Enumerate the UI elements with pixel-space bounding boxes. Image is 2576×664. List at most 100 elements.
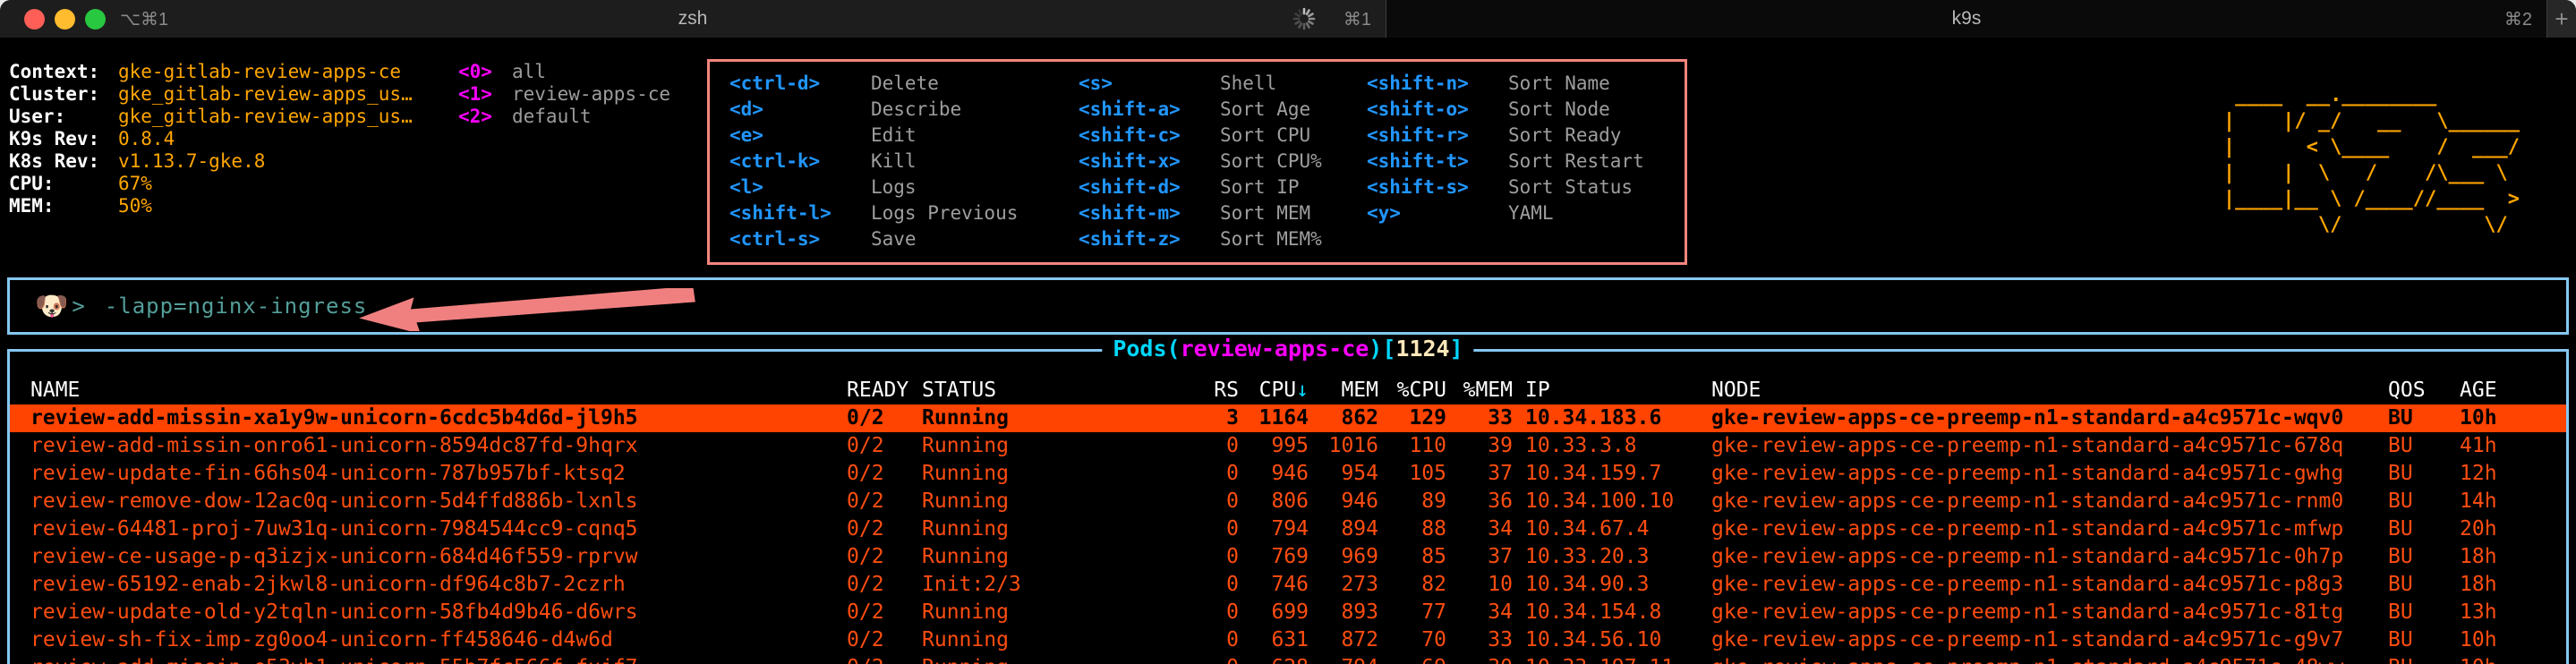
column-header[interactable]: IP (1513, 377, 1711, 404)
pod-cell: 872 (1309, 626, 1378, 654)
pod-cell: 30 (1446, 654, 1513, 664)
tab-k9s[interactable]: k9s ⌘2 (1386, 0, 2546, 38)
keybinding-action: Logs Previous (871, 200, 1018, 226)
pod-cell: 85 (1378, 543, 1446, 571)
info-value: gke_gitlab-review-apps_us… (118, 83, 458, 106)
keybinding-action: Sort Ready (1508, 123, 1621, 149)
pod-cell: BU (2388, 571, 2460, 599)
pod-row[interactable]: review-sh-fix-imp-zg0oo4-unicorn-ff45864… (10, 626, 2566, 654)
pod-cell: 37 (1446, 543, 1513, 571)
pod-row[interactable]: review-add-missin-onro61-unicorn-8594dc8… (10, 432, 2566, 460)
keybinding-key: <s> (1079, 71, 1220, 97)
pod-count: 1124 (1395, 336, 1449, 362)
pod-cell: 0/2 (847, 654, 922, 664)
namespace-name: all (512, 61, 546, 83)
pod-row[interactable]: review-remove-dow-12ac0q-unicorn-5d4ffd8… (10, 488, 2566, 515)
keybinding-action: Save (871, 226, 917, 252)
keybinding-row: <shift-r>Sort Ready (1367, 123, 1685, 149)
pod-cell: 0 (1199, 432, 1239, 460)
keybinding-action: Sort IP (1220, 175, 1300, 200)
keybinding-row: <shift-n>Sort Name (1367, 71, 1685, 97)
new-tab-button[interactable]: + (2546, 0, 2576, 38)
pod-cell: 0/2 (847, 432, 922, 460)
pod-cell: 70 (1378, 626, 1446, 654)
k9s-ascii-logo: ____ __.________ | |/ _/ __ \______ | < … (2223, 82, 2520, 238)
namespace-hotkey[interactable]: <0> (458, 61, 512, 83)
pod-cell: BU (2388, 460, 2460, 488)
info-label: Context: (9, 61, 118, 83)
pod-cell: gke-review-apps-ce-preemp-n1-standard-a4… (1711, 626, 2388, 654)
pod-row[interactable]: review-ce-usage-p-q3izjx-unicorn-684d46f… (10, 543, 2566, 571)
pod-cell: BU (2388, 654, 2460, 664)
namespace-hotkey[interactable]: <1> (458, 83, 512, 106)
keybinding-row: <shift-x>Sort CPU% (1079, 149, 1367, 175)
cluster-info-row: User:gke_gitlab-review-apps_us…<2>defaul… (9, 106, 670, 128)
pod-cell: 0/2 (847, 543, 922, 571)
pod-cell: 969 (1309, 543, 1378, 571)
namespace-hotkey[interactable]: <2> (458, 106, 512, 128)
pod-cell: 18h (2460, 543, 2562, 571)
keybinding-key: <shift-d> (1079, 175, 1220, 200)
pod-cell: 10.34.90.3 (1513, 571, 1711, 599)
column-header[interactable]: %CPU (1378, 377, 1446, 404)
info-label: User: (9, 106, 118, 128)
pod-cell: 894 (1309, 515, 1378, 543)
pod-cell: 273 (1309, 571, 1378, 599)
pod-cell: 1164 (1239, 404, 1309, 432)
keybinding-row: <shift-c>Sort CPU (1079, 123, 1367, 149)
pod-cell: 946 (1239, 460, 1309, 488)
tab-shortcut: ⌘2 (2504, 8, 2532, 30)
keybinding-action: Kill (871, 149, 917, 175)
tab-shortcut: ⌘1 (1343, 8, 1371, 30)
pod-row[interactable]: review-update-fin-66hs04-unicorn-787b957… (10, 460, 2566, 488)
filter-input[interactable]: -lapp=nginx-ingress (105, 294, 368, 319)
column-header[interactable]: MEM (1309, 377, 1378, 404)
pod-cell: 110 (1378, 432, 1446, 460)
column-header[interactable]: NODE (1711, 377, 2388, 404)
pod-row[interactable]: review-add-missin-e53yb1-unicorn-55b7fc5… (10, 654, 2566, 664)
pod-cell: 10.34.159.7 (1513, 460, 1711, 488)
pod-cell: 794 (1239, 515, 1309, 543)
keybinding-action: Logs (871, 175, 917, 200)
column-header[interactable]: NAME (10, 377, 847, 404)
pod-row[interactable]: review-update-old-y2tqln-unicorn-58fb4d9… (10, 599, 2566, 626)
keybinding-row: <ctrl-d>Delete (729, 71, 1079, 97)
column-header[interactable]: AGE (2460, 377, 2562, 404)
info-value: 0.8.4 (118, 128, 458, 150)
pod-cell: 806 (1239, 488, 1309, 515)
column-header[interactable]: STATUS (922, 377, 1199, 404)
pod-cell: 82 (1378, 571, 1446, 599)
keybinding-key: <shift-a> (1079, 97, 1220, 123)
column-header[interactable]: %MEM (1446, 377, 1513, 404)
minimize-window-icon[interactable] (55, 9, 75, 30)
pod-cell: Running (922, 432, 1199, 460)
keybinding-row: <shift-l>Logs Previous (729, 200, 1079, 226)
pod-cell: gke-review-apps-ce-preemp-n1-standard-a4… (1711, 404, 2388, 432)
pod-cell: 0 (1199, 626, 1239, 654)
pod-cell: Running (922, 543, 1199, 571)
pod-cell: 39 (1446, 432, 1513, 460)
pod-cell: 10h (2460, 654, 2562, 664)
column-header[interactable]: RS (1199, 377, 1239, 404)
pod-row-selected[interactable]: review-add-missin-xa1y9w-unicorn-6cdc5b4… (10, 404, 2566, 432)
keybinding-row: <shift-t>Sort Restart (1367, 149, 1685, 175)
pod-cell: review-64481-proj-7uw31q-unicorn-7984544… (10, 515, 847, 543)
column-header[interactable]: QOS (2388, 377, 2460, 404)
pod-cell: Init:2/3 (922, 571, 1199, 599)
pod-cell: BU (2388, 599, 2460, 626)
tab-zsh[interactable]: ⌥⌘1 zsh (0, 0, 1386, 38)
pod-cell: review-add-missin-xa1y9w-unicorn-6cdc5b4… (10, 404, 847, 432)
keybinding-key: <shift-x> (1079, 149, 1220, 175)
close-window-icon[interactable] (24, 9, 45, 30)
info-value: 67% (118, 173, 458, 195)
pod-cell: BU (2388, 515, 2460, 543)
maximize-window-icon[interactable] (85, 9, 106, 30)
sort-arrow-icon: ↓ (1296, 379, 1309, 402)
pod-row[interactable]: review-65192-enab-2jkwl8-unicorn-df964c8… (10, 571, 2566, 599)
pod-row[interactable]: review-64481-proj-7uw31q-unicorn-7984544… (10, 515, 2566, 543)
pod-cell: review-remove-dow-12ac0q-unicorn-5d4ffd8… (10, 488, 847, 515)
column-header[interactable]: CPU↓ (1239, 377, 1309, 404)
column-header[interactable]: READY (847, 377, 922, 404)
pod-cell: 33 (1446, 404, 1513, 432)
keybinding-key: <shift-s> (1367, 175, 1508, 200)
